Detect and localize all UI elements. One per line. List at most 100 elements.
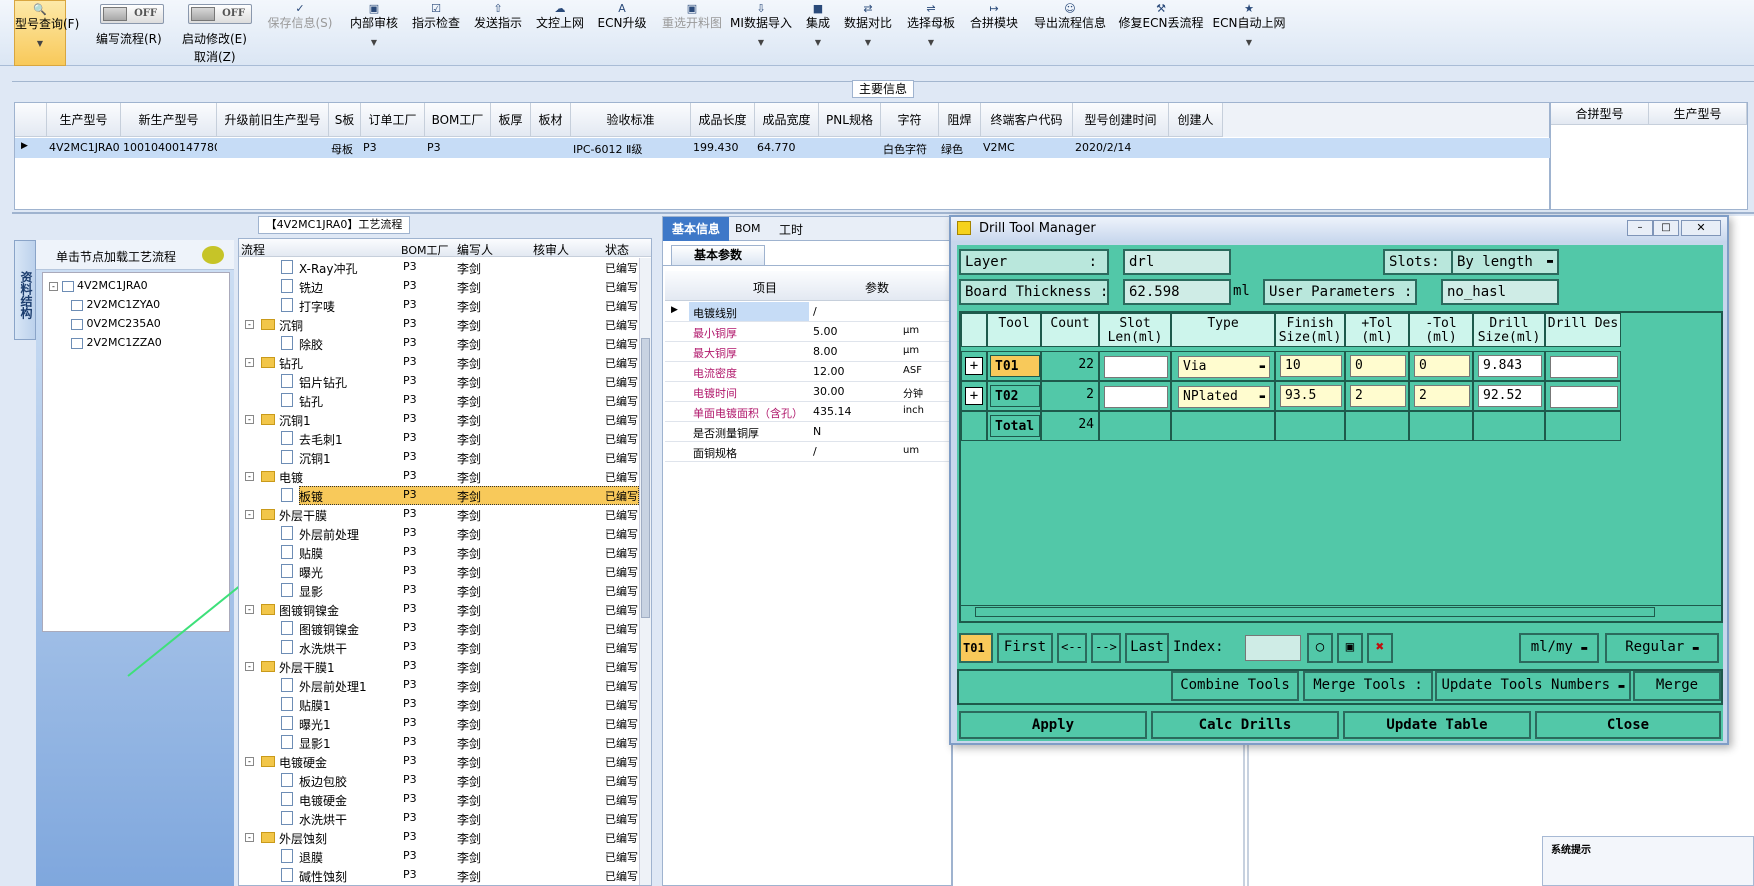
collapse-icon[interactable]: - xyxy=(245,472,254,481)
flow-row[interactable]: 钻孔 P3 李剑 已编写 xyxy=(239,391,639,410)
flow-row[interactable]: 显影1 P3 李剑 已编写 xyxy=(239,733,639,752)
doc-upload-button[interactable]: ☁ 文控上网 xyxy=(532,0,588,66)
finish-input[interactable]: 10 xyxy=(1280,355,1342,377)
flow-row[interactable]: - 沉铜1 P3 李剑 已编写 xyxy=(239,410,639,429)
instruction-check-button[interactable]: ☑ 指示检查 xyxy=(408,0,464,66)
expand-icon[interactable]: + xyxy=(965,357,983,375)
combine-tools-button[interactable]: Combine Tools xyxy=(1171,671,1299,701)
units-select[interactable]: ml/my ▬ xyxy=(1519,633,1599,663)
select-master-button[interactable]: ⇌ 选择母板 ▼ xyxy=(904,0,958,66)
param-row[interactable]: 是否测量铜厚 N xyxy=(665,422,951,442)
find-icon[interactable]: ○ xyxy=(1307,633,1333,663)
flow-row[interactable]: 曝光1 P3 李剑 已编写 xyxy=(239,714,639,733)
h-scroll-thumb[interactable] xyxy=(975,607,1655,617)
column-header[interactable]: 型号创建时间 xyxy=(1073,103,1169,137)
internal-audit-button[interactable]: ▣ 内部审核 ▼ xyxy=(346,0,402,66)
query-button[interactable]: 🔍 型号查询(F) ▼ xyxy=(14,0,79,66)
flow-row[interactable]: 水洗烘干 P3 李剑 已编写 xyxy=(239,638,639,657)
thickness-field[interactable]: 62.598 xyxy=(1123,279,1231,305)
mi-import-button[interactable]: ⇩ MI数据导入 ▼ xyxy=(728,0,794,66)
flow-row[interactable]: - 外层干膜1 P3 李剑 已编写 xyxy=(239,657,639,676)
flow-row[interactable]: 退膜 P3 李剑 已编写 xyxy=(239,847,639,866)
flow-row[interactable]: X-Ray冲孔 P3 李剑 已编写 xyxy=(239,258,639,277)
type-select[interactable]: NPlated ▬ xyxy=(1178,386,1270,408)
mode-select[interactable]: Regular ▬ xyxy=(1605,633,1719,663)
flow-row[interactable]: - 电镀硬金 P3 李剑 已编写 xyxy=(239,752,639,771)
collapse-icon[interactable]: - xyxy=(245,415,254,424)
start-modify-toggle[interactable]: OFF xyxy=(188,4,252,24)
drill-des-input[interactable] xyxy=(1550,356,1618,378)
tree-node-child[interactable]: 2V2MC1ZYA0 xyxy=(71,298,160,311)
param-row[interactable]: 电镀时间 30.00 分钟 xyxy=(665,382,951,402)
flow-row[interactable]: 贴膜1 P3 李剑 已编写 xyxy=(239,695,639,714)
expand-cell[interactable]: + xyxy=(961,381,987,411)
flow-row[interactable]: 板边包胶 P3 李剑 已编写 xyxy=(239,771,639,790)
fix-ecn-button[interactable]: ⚒ 修复ECN丢流程 xyxy=(1118,0,1204,66)
update-numbers-select[interactable]: Update Tools Numbers ▬ xyxy=(1435,671,1631,701)
vtab-structure[interactable]: 资料结构 xyxy=(14,240,36,340)
flow-row[interactable]: 电镀硬金 P3 李剑 已编写 xyxy=(239,790,639,809)
collapse-icon[interactable]: - xyxy=(245,662,254,671)
ptol-input[interactable]: 0 xyxy=(1350,355,1406,377)
update-table-button[interactable]: Update Table xyxy=(1343,711,1531,739)
collapse-icon[interactable]: - xyxy=(245,320,254,329)
refresh-icon[interactable]: ▣ xyxy=(1337,633,1363,663)
flow-row[interactable]: 外层前处理 P3 李剑 已编写 xyxy=(239,524,639,543)
column-header[interactable]: 字符 xyxy=(881,103,939,137)
collapse-icon[interactable]: - xyxy=(245,605,254,614)
flow-scrollbar[interactable] xyxy=(639,258,651,885)
integration-button[interactable]: ■ 集成 ▼ xyxy=(800,0,836,66)
reopen-drawing-button[interactable]: ▣ 重选开料图 xyxy=(654,0,730,66)
ntol-input[interactable]: 2 xyxy=(1414,385,1470,407)
merge-button[interactable]: Merge xyxy=(1633,671,1721,701)
slots-select[interactable]: By length ▬ xyxy=(1451,249,1559,275)
param-row[interactable]: 最小铜厚 5.00 μm xyxy=(665,322,951,342)
flow-row[interactable]: 铝片钻孔 P3 李剑 已编写 xyxy=(239,372,639,391)
edit-flow-toggle[interactable]: OFF xyxy=(100,4,164,24)
type-select[interactable]: Via ▬ xyxy=(1178,356,1270,378)
dialog-titlebar[interactable]: Drill Tool Manager – □ ✕ xyxy=(951,217,1727,241)
tab-bom[interactable]: BOM xyxy=(735,222,761,235)
collapse-icon[interactable]: - xyxy=(245,757,254,766)
column-header[interactable]: 成品宽度 xyxy=(755,103,819,137)
column-header[interactable]: 阻焊 xyxy=(939,103,981,137)
ntol-input[interactable]: 0 xyxy=(1414,355,1470,377)
drill-des-input[interactable] xyxy=(1550,386,1618,408)
ptol-input[interactable]: 2 xyxy=(1350,385,1406,407)
first-button[interactable]: First xyxy=(997,633,1053,663)
collapse-icon[interactable]: - xyxy=(245,510,254,519)
flow-row[interactable]: 除胶 P3 李剑 已编写 xyxy=(239,334,639,353)
minimize-button[interactable]: – xyxy=(1627,220,1653,236)
expand-icon[interactable]: + xyxy=(965,387,983,405)
flow-row[interactable]: 贴膜 P3 李剑 已编写 xyxy=(239,543,639,562)
drill-input[interactable]: 92.52 xyxy=(1478,385,1542,407)
ecn-upgrade-button[interactable]: A ECN升级 xyxy=(594,0,650,66)
flow-row[interactable]: - 钻孔 P3 李剑 已编写 xyxy=(239,353,639,372)
tool-name[interactable]: T01 xyxy=(990,355,1040,377)
h-scrollbar[interactable] xyxy=(961,605,1721,619)
column-header[interactable]: 板材 xyxy=(531,103,571,137)
flow-row[interactable]: - 沉铜 P3 李剑 已编写 xyxy=(239,315,639,334)
tab-basic-info[interactable]: 基本信息 xyxy=(663,217,729,241)
save-info-button[interactable]: ✓ 保存信息(S) xyxy=(264,0,336,66)
collapse-icon[interactable]: - xyxy=(245,358,254,367)
param-row[interactable]: 单面电镀面积（含孔） 435.14 inch xyxy=(665,402,951,422)
column-header[interactable]: 成品长度 xyxy=(691,103,755,137)
close-icon[interactable]: ✕ xyxy=(1681,220,1721,236)
tab-basic-params[interactable]: 基本参数 xyxy=(671,245,765,265)
delete-icon[interactable]: ✖ xyxy=(1367,633,1393,663)
cancel-button[interactable]: 取消(Z) xyxy=(194,48,236,65)
close-button[interactable]: Close xyxy=(1535,711,1721,739)
column-header[interactable]: 终端客户代码 xyxy=(981,103,1073,137)
flow-row[interactable]: 去毛刺1 P3 李剑 已编写 xyxy=(239,429,639,448)
tree-node-child[interactable]: 0V2MC235A0 xyxy=(71,317,161,330)
index-input[interactable] xyxy=(1245,635,1301,661)
next-button[interactable]: --> xyxy=(1091,633,1121,663)
param-row[interactable]: 最大铜厚 8.00 μm xyxy=(665,342,951,362)
tool-name[interactable]: T02 xyxy=(990,385,1040,407)
panel-merge-button[interactable]: ↦ 合拼模块 xyxy=(966,0,1022,66)
last-button[interactable]: Last xyxy=(1125,633,1169,663)
flow-row[interactable]: 显影 P3 李剑 已编写 xyxy=(239,581,639,600)
column-header[interactable]: S板 xyxy=(329,103,361,137)
flow-row[interactable]: - 外层干膜 P3 李剑 已编写 xyxy=(239,505,639,524)
